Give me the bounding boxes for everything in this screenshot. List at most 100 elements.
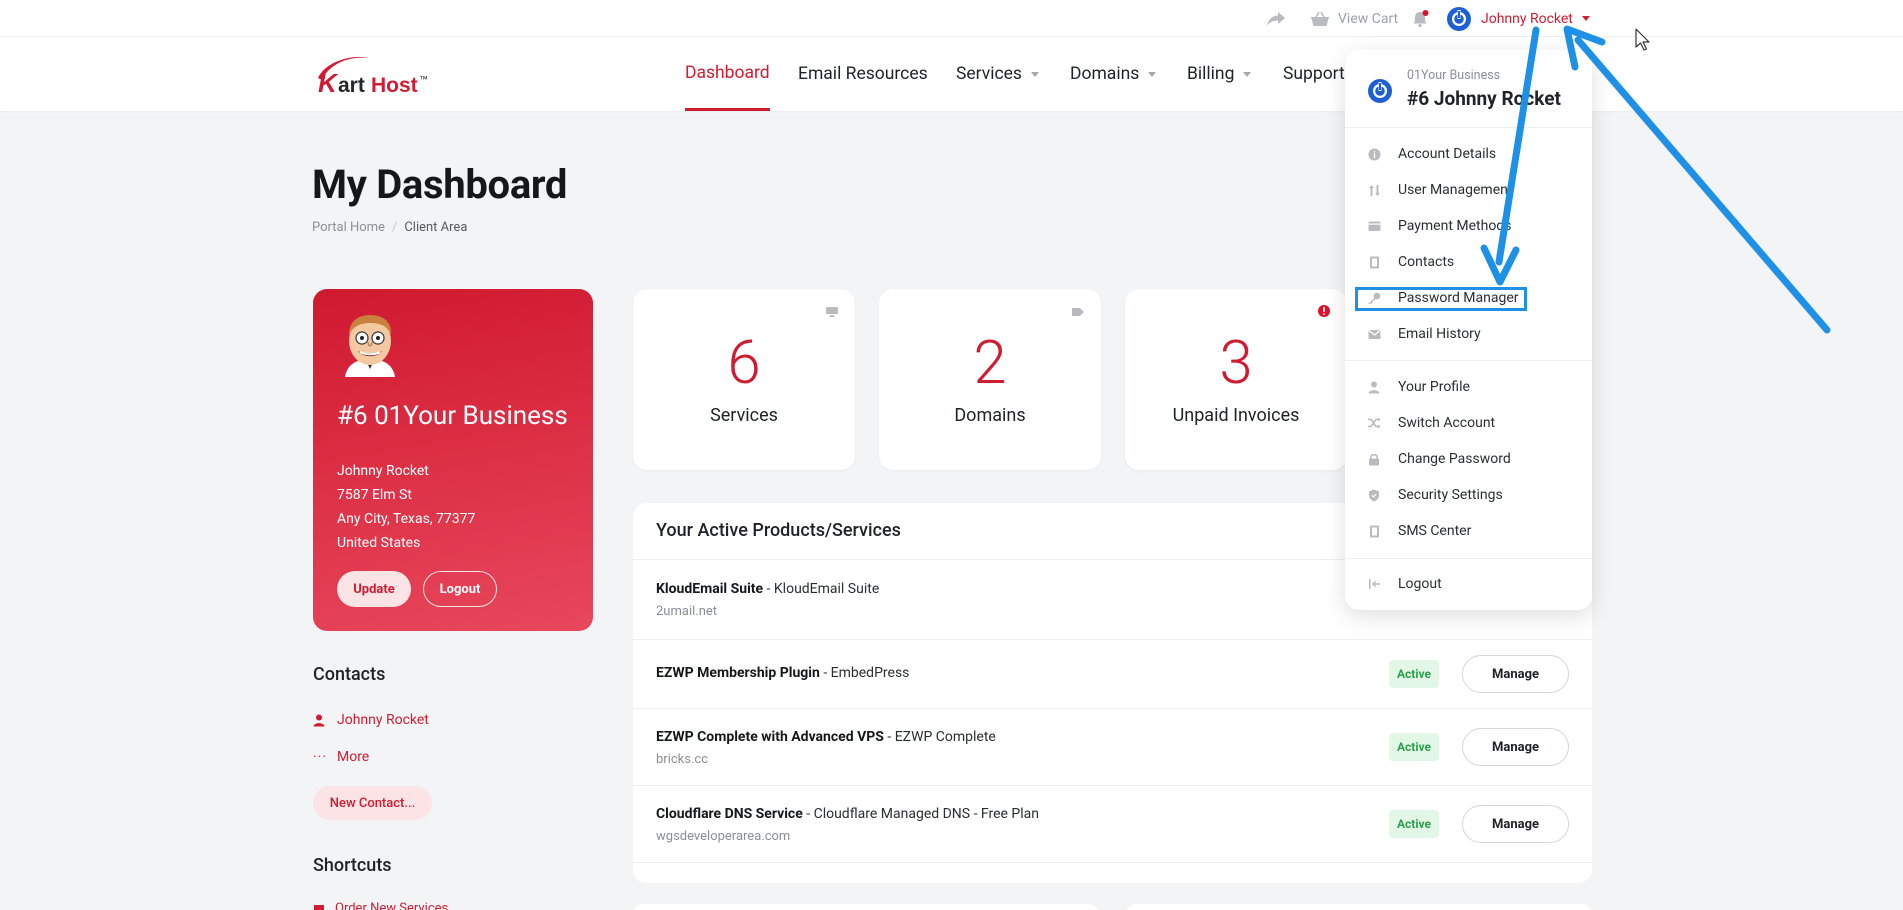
- bell-icon[interactable]: [1411, 0, 1429, 37]
- chevron-down-icon: [1148, 71, 1157, 77]
- contact-name: Johnny Rocket: [337, 712, 429, 728]
- ellipsis-icon: ···: [313, 749, 327, 765]
- profile-country: United States: [337, 535, 421, 551]
- user-dropdown-toggle[interactable]: Johnny Rocket: [1446, 0, 1590, 37]
- profile-address: Johnny Rocket 7587 Elm St Any City, Texa…: [337, 459, 475, 555]
- wallet-icon: [1367, 219, 1381, 233]
- table-row[interactable]: EZWP Complete with Advanced VPS - EZWP C…: [633, 709, 1592, 786]
- nav-domains[interactable]: Domains: [1070, 37, 1157, 111]
- stat-services-value: 6: [727, 327, 761, 398]
- menu-logout[interactable]: Logout: [1345, 572, 1592, 596]
- profile-business-name: #6 01Your Business: [337, 401, 568, 431]
- product-title: Cloudflare DNS Service - Cloudflare Mana…: [656, 806, 1039, 822]
- more-label: More: [336, 749, 370, 765]
- stat-domains-value: 2: [973, 327, 1007, 398]
- breadcrumb: Portal Home / Client Area: [312, 220, 468, 235]
- phone-icon: [1367, 524, 1381, 538]
- avatar: [337, 311, 403, 385]
- share-icon[interactable]: [1266, 0, 1286, 37]
- stat-unpaid-invoices[interactable]: 3 Unpaid Invoices: [1125, 289, 1347, 470]
- menu-contacts[interactable]: Contacts: [1345, 250, 1592, 274]
- profile-name: Johnny Rocket: [337, 463, 429, 479]
- arrows-icon: [1367, 183, 1381, 197]
- user-name: Johnny Rocket: [1481, 10, 1573, 27]
- svg-text:K: K: [318, 68, 339, 96]
- svg-text:™: ™: [419, 74, 428, 84]
- nav-email-resources[interactable]: Email Resources: [798, 37, 928, 111]
- view-cart-link[interactable]: View Cart: [1310, 0, 1398, 37]
- profile-city: Any City, Texas, 77377: [337, 511, 476, 527]
- password-manager-highlight-box: [1355, 287, 1527, 311]
- product-title: EZWP Membership Plugin - EmbedPress: [656, 665, 910, 681]
- stat-invoices-label: Unpaid Invoices: [1172, 405, 1300, 426]
- manage-button[interactable]: Manage: [1462, 728, 1569, 766]
- bottom-card: [633, 904, 1099, 910]
- product-domain: 2umail.net: [656, 604, 718, 619]
- lock-icon: [1367, 452, 1381, 466]
- nav-dashboard[interactable]: Dashboard: [685, 37, 770, 111]
- stat-services[interactable]: 6 Services: [633, 289, 855, 470]
- karthost-logo[interactable]: K art Host ™: [312, 52, 442, 100]
- new-contact-button[interactable]: New Contact...: [313, 786, 432, 820]
- product-title: EZWP Complete with Advanced VPS - EZWP C…: [656, 729, 996, 745]
- alert-icon: [1317, 303, 1331, 322]
- stat-domains-label: Domains: [954, 405, 1026, 426]
- contact-johnny-rocket[interactable]: Johnny Rocket: [313, 712, 429, 728]
- product-domain: wgsdeveloperarea.com: [656, 829, 791, 844]
- power-avatar-icon: [1447, 6, 1471, 31]
- shuffle-icon: [1367, 416, 1381, 430]
- svg-text:art: art: [338, 74, 365, 96]
- update-button[interactable]: Update: [337, 571, 411, 607]
- contacts-title: Contacts: [313, 664, 386, 685]
- menu-account-details[interactable]: Account Details: [1345, 142, 1592, 166]
- nav-billing[interactable]: Billing: [1187, 37, 1252, 111]
- svg-text:Host: Host: [371, 74, 418, 96]
- table-row[interactable]: Cloudflare DNS Service - Cloudflare Mana…: [633, 786, 1592, 863]
- logout-button[interactable]: Logout: [423, 571, 497, 607]
- shortcuts-title: Shortcuts: [313, 855, 392, 876]
- nav-services[interactable]: Services: [956, 37, 1039, 111]
- status-badge: Active: [1389, 810, 1439, 838]
- breadcrumb-portal-home[interactable]: Portal Home: [312, 220, 385, 235]
- menu-switch-account[interactable]: Switch Account: [1345, 411, 1592, 435]
- stat-domains[interactable]: 2 Domains: [879, 289, 1101, 470]
- user-icon: [313, 714, 325, 726]
- top-bar: View Cart Johnny Rocket: [0, 0, 1903, 37]
- shortcut-label: Order New Services: [335, 901, 449, 910]
- nav-support[interactable]: Support: [1283, 37, 1345, 111]
- view-cart-label: View Cart: [1338, 10, 1399, 27]
- main-navbar: [0, 37, 1903, 111]
- menu-sms-center[interactable]: SMS Center: [1345, 519, 1592, 543]
- profile-card: #6 01Your Business Johnny Rocket 7587 El…: [313, 289, 593, 631]
- menu-change-password[interactable]: Change Password: [1345, 447, 1592, 471]
- chevron-down-icon: [1581, 16, 1590, 21]
- menu-account-label: 01Your Business: [1407, 68, 1501, 83]
- menu-divider: [1345, 360, 1592, 361]
- profile-street: 7587 Elm St: [337, 487, 412, 503]
- info-icon: [1367, 147, 1381, 161]
- chevron-down-icon: [1243, 71, 1252, 77]
- menu-your-profile[interactable]: Your Profile: [1345, 375, 1592, 399]
- logout-icon: [1367, 577, 1381, 591]
- menu-user-management[interactable]: User Management: [1345, 178, 1592, 202]
- menu-header: 01Your Business #6 Johnny Rocket: [1345, 50, 1592, 128]
- manage-button[interactable]: Manage: [1462, 655, 1569, 693]
- shield-icon: [1367, 488, 1381, 502]
- status-badge: Active: [1389, 660, 1439, 688]
- menu-payment-methods[interactable]: Payment Methods: [1345, 214, 1592, 238]
- contact-book-icon: [1367, 255, 1381, 269]
- menu-email-history[interactable]: Email History: [1345, 322, 1592, 346]
- stat-invoices-value: 3: [1219, 327, 1253, 398]
- manage-button[interactable]: Manage: [1462, 805, 1569, 843]
- shortcut-order-new-services[interactable]: Order New Services: [313, 901, 448, 910]
- stat-services-label: Services: [710, 405, 778, 426]
- product-domain: bricks.cc: [656, 752, 709, 767]
- table-row[interactable]: EZWP Membership Plugin - EmbedPress Acti…: [633, 640, 1592, 709]
- basket-icon: [1311, 11, 1329, 26]
- menu-security-settings[interactable]: Security Settings: [1345, 483, 1592, 507]
- cart-icon: [314, 905, 324, 910]
- contacts-more-link[interactable]: ··· More: [313, 749, 369, 765]
- bottom-card: [1126, 904, 1592, 910]
- menu-divider: [1345, 558, 1592, 559]
- page-title: My Dashboard: [312, 161, 568, 208]
